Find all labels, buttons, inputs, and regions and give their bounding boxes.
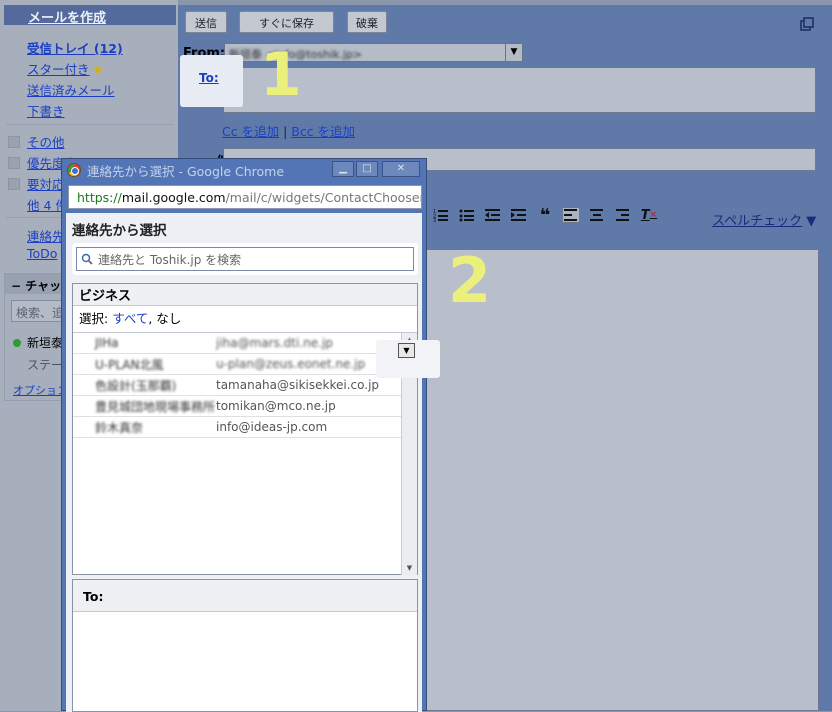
indent-less-icon[interactable] — [484, 207, 502, 223]
nav-item-starred[interactable]: スター付き ★ — [27, 59, 104, 78]
contact-row[interactable]: 鈴木真奈 info@ideas-jp.com — [73, 417, 401, 438]
nav-item-inbox[interactable]: 受信トレイ (12) — [27, 38, 123, 57]
selected-recipients-panel: To: — [72, 579, 418, 712]
contact-row[interactable]: 豊見城団地現場事務所 tomikan@mco.ne.jp — [73, 396, 401, 417]
add-bcc-link[interactable]: Bcc を追加 — [291, 124, 355, 139]
scroll-down-icon[interactable]: ▼ — [402, 561, 417, 575]
contact-name: 鈴木真奈 — [95, 420, 144, 435]
contact-search-input[interactable]: 連絡先と Toshik.jp を検索 — [76, 247, 414, 271]
contact-name: JIHa — [95, 336, 119, 350]
contact-row[interactable]: U-PLAN北風 u-plan@zeus.eonet.ne.jp — [73, 354, 401, 375]
search-highlight: 連絡先と Toshik.jp を検索 — [72, 243, 418, 275]
to-link[interactable]: To: — [199, 71, 219, 85]
contact-email: jiha@mars.dti.ne.jp — [216, 336, 333, 350]
contact-email: tamanaha@sikisekkei.co.jp — [216, 378, 379, 392]
remove-formatting-icon[interactable]: T × — [640, 207, 658, 223]
contact-email: tomikan@mco.ne.jp — [216, 399, 336, 413]
select-row: 選択: すべて, なし — [79, 311, 182, 326]
online-status-icon — [13, 338, 21, 347]
contact-email-text: info@ideas-jp.com — [216, 420, 328, 434]
contact-row[interactable]: 色設計(玉那覇) tamanaha@sikisekkei.co.jp — [73, 375, 401, 396]
nav-item-drafts[interactable]: 下書き — [27, 101, 65, 120]
group-name: ビジネス — [79, 289, 132, 304]
numbered-list-icon[interactable]: 123 — [432, 207, 450, 223]
save-now-button[interactable]: すぐに保存 — [239, 11, 334, 33]
nav-divider — [6, 124, 174, 125]
window-title: 連絡先から選択 - Google Chrome — [87, 163, 285, 179]
spell-check-menu[interactable]: スペルチェック ▼ — [712, 210, 816, 229]
to-field[interactable] — [223, 67, 816, 113]
maximize-button[interactable]: □ — [356, 161, 378, 177]
label-color-icon — [8, 156, 20, 169]
contact-email-text: u-plan@zeus.eonet.ne.jp — [216, 357, 366, 371]
label-item[interactable]: その他 — [8, 132, 65, 151]
step-marker-2: 2 — [448, 244, 492, 317]
chat-options-link[interactable]: オプション — [13, 382, 68, 398]
nav-item-sent[interactable]: 送信済みメール — [27, 80, 115, 99]
contact-email-text: tamanaha@sikisekkei.co.jp — [216, 378, 380, 392]
contact-email: u-plan@zeus.eonet.ne.jp — [216, 357, 365, 371]
todo-link[interactable]: ToDo — [27, 246, 57, 261]
contact-chooser-content: 連絡先から選択 連絡先と Toshik.jp を検索 ビジネス 選択: すべて,… — [66, 213, 440, 712]
contact-email-text: tomikan@mco.ne.jp — [216, 399, 336, 413]
bulleted-list-icon[interactable] — [458, 207, 476, 223]
label-link[interactable]: その他 — [27, 132, 65, 151]
group-dropdown-button[interactable]: ▼ — [398, 343, 415, 358]
indent-more-icon[interactable] — [510, 207, 528, 223]
svg-text:3: 3 — [433, 218, 436, 222]
spell-check-link[interactable]: スペルチェック — [712, 214, 802, 229]
window-titlebar[interactable]: 連絡先から選択 - Google Chrome ▁ □ ✕ — [62, 159, 426, 181]
compose-mail-link[interactable]: メールを作成 — [4, 5, 176, 26]
contact-email-text: jiha@mars.dti.ne.jp — [216, 336, 333, 350]
dropdown-arrow-icon[interactable]: ▼ — [806, 214, 816, 229]
close-button[interactable]: ✕ — [382, 161, 420, 177]
select-none-link[interactable]: なし — [156, 311, 181, 326]
search-icon — [81, 253, 93, 265]
select-label: 選択: — [79, 311, 109, 326]
quote-icon[interactable]: ❝ — [536, 205, 554, 226]
chevron-down-icon[interactable]: ▼ — [505, 44, 522, 61]
url-path: /mail/c/widgets/ContactChooser — [225, 189, 422, 205]
chat-user-name: 新垣泰 — [27, 336, 64, 350]
contact-name: 豊見城団地現場事務所 — [95, 399, 216, 414]
nav-item-starred-label[interactable]: スター付き — [27, 62, 90, 77]
step-marker-1: 1 — [260, 40, 302, 110]
contact-row[interactable]: JIHa jiha@mars.dti.ne.jp — [73, 333, 401, 354]
contact-name: U-PLAN北風 — [95, 357, 164, 372]
minimize-button[interactable]: ▁ — [332, 161, 354, 177]
url-scheme: https:// — [77, 189, 122, 205]
url-host: mail.google.com — [121, 189, 226, 205]
popout-icon[interactable] — [800, 17, 814, 31]
star-icon: ★ — [92, 62, 104, 77]
contact-chooser-window: 連絡先から選択 - Google Chrome ▁ □ ✕ https:// m… — [61, 158, 440, 712]
label-link[interactable]: 要対応 — [27, 174, 65, 193]
label-color-icon — [8, 135, 20, 148]
contact-chooser-heading: 連絡先から選択 — [72, 223, 167, 239]
contact-email: info@ideas-jp.com — [216, 420, 327, 434]
select-all-link[interactable]: すべて — [112, 311, 148, 326]
add-cc-link[interactable]: Cc を追加 — [222, 124, 279, 139]
collapse-icon[interactable]: − — [11, 279, 21, 293]
search-placeholder: 連絡先と Toshik.jp を検索 — [98, 252, 242, 267]
align-center-icon[interactable] — [588, 207, 606, 223]
format-toolbar: 123 ❝ T × — [432, 205, 658, 226]
contact-group-panel: ビジネス 選択: すべて, なし JIHa jiha@mars.dti.ne.j… — [72, 283, 418, 575]
send-button[interactable]: 送信 — [185, 11, 227, 33]
contact-name: 色設計(玉那覇) — [95, 378, 177, 393]
address-bar[interactable]: https:// mail.google.com /mail/c/widgets… — [68, 185, 422, 209]
to-panel-header: To: — [73, 580, 417, 612]
label-item[interactable]: 要対応 — [8, 174, 65, 193]
chrome-icon — [67, 163, 81, 177]
contacts-link[interactable]: 連絡先 — [27, 226, 65, 245]
group-header[interactable]: ビジネス — [73, 284, 417, 306]
label-color-icon — [8, 177, 20, 190]
discard-button[interactable]: 破棄 — [347, 11, 387, 33]
align-left-icon[interactable] — [562, 207, 580, 223]
cc-bcc-links: Cc を追加 | Bcc を追加 — [222, 121, 355, 140]
contact-list: JIHa jiha@mars.dti.ne.jp U-PLAN北風 u-plan… — [73, 332, 417, 575]
align-right-icon[interactable] — [614, 207, 632, 223]
chat-user[interactable]: 新垣泰 — [13, 334, 63, 351]
link-separator: | — [283, 124, 288, 139]
